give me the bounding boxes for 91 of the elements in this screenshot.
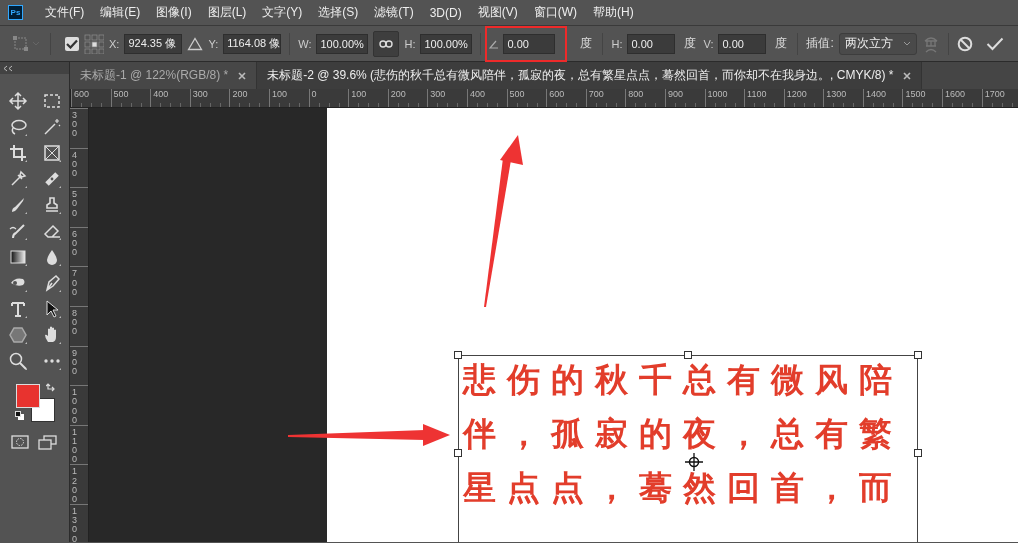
transform-handle[interactable] — [914, 449, 922, 457]
ruler-label: 700 — [72, 269, 78, 297]
ruler-label: 1400 — [865, 89, 886, 99]
commit-icon[interactable] — [985, 36, 1004, 51]
vertical-skew-field[interactable]: 0.00 — [718, 33, 767, 54]
text-layer-line: 伴，孤寂的夜，总有繁 — [463, 416, 903, 452]
transform-handle[interactable] — [454, 449, 462, 457]
width-field[interactable]: 100.00% — [316, 33, 369, 54]
ruler-label: 1100 — [72, 427, 78, 465]
color-swatches-drawing[interactable] — [16, 384, 56, 424]
text-layer-line: 悲伤的秋千总有微风陪 — [463, 362, 903, 398]
menu-item[interactable]: 帮助(H) — [585, 4, 642, 21]
ruler-label: 300 — [192, 89, 208, 99]
menu-item[interactable]: 滤镜(T) — [366, 4, 422, 21]
close-icon[interactable] — [903, 71, 912, 80]
document-tab[interactable]: 未标题-2 @ 39.6% (悲伤的秋千总有微风陪伴，孤寂的夜，总有繁星点点，蓦然回首，而你却不在我身边。, CMYK/8) * — [257, 62, 923, 89]
angle-field[interactable]: 0.00 — [503, 33, 556, 54]
ruler-label: 800 — [628, 89, 644, 99]
ruler-label: 600 — [549, 89, 565, 99]
checkbox[interactable] — [65, 36, 79, 51]
ruler-label: 600 — [74, 89, 90, 99]
quick-mask-icon[interactable] — [10, 435, 29, 449]
menu-item[interactable]: 编辑(E) — [92, 4, 149, 21]
ruler-label: 400 — [469, 89, 485, 99]
ruler-label: 1200 — [786, 89, 807, 99]
menu-item[interactable]: 选择(S) — [310, 4, 367, 21]
transform-handle[interactable] — [914, 351, 922, 359]
cancel-icon[interactable] — [956, 35, 973, 52]
app-logo[interactable]: Ps — [8, 5, 23, 20]
ruler-label: 1200 — [72, 467, 78, 505]
transform-handle[interactable] — [684, 351, 692, 359]
triangle-icon[interactable] — [187, 36, 204, 51]
ruler-label: 600 — [72, 229, 78, 258]
menu-item[interactable]: 图像(I) — [148, 4, 200, 21]
ruler-label: 500 — [509, 89, 525, 99]
ruler-label: 200 — [390, 89, 406, 99]
collapse-icon[interactable] — [3, 64, 13, 72]
h-label: H: — [611, 37, 623, 50]
menu-item[interactable]: 文件(F) — [37, 4, 93, 21]
ruler-label: 300 — [72, 111, 78, 139]
ruler-label: 1300 — [72, 506, 78, 542]
default-colors-icon[interactable] — [15, 411, 24, 420]
ruler-label: 200 — [232, 89, 248, 99]
ruler-label: 800 — [72, 308, 78, 337]
menu-item[interactable]: 图层(L) — [199, 4, 255, 21]
ruler-label: 500 — [113, 89, 129, 99]
w-label: W: — [298, 37, 312, 50]
unit-label: 度 — [775, 35, 788, 52]
caret-icon — [902, 41, 911, 46]
close-icon[interactable] — [238, 71, 247, 80]
link-button[interactable] — [373, 30, 400, 57]
ruler-label: 500 — [72, 190, 78, 218]
ruler-label: 300 — [430, 89, 446, 99]
menu-item[interactable]: 视图(V) — [469, 4, 526, 21]
menu-item[interactable]: 文字(Y) — [254, 4, 311, 21]
y-label: Y: — [208, 37, 219, 50]
y-field[interactable]: 1164.08 像 — [223, 33, 282, 54]
ruler-label: 100 — [351, 89, 367, 99]
interpolation-dropdown[interactable]: 两次立方 — [838, 32, 917, 55]
ruler-label: 1000 — [707, 89, 728, 99]
ruler-label: 0 — [311, 89, 317, 99]
unit-label: 度 — [580, 35, 593, 52]
ruler-label: 1500 — [905, 89, 926, 99]
interpolation-label: 插值: — [806, 35, 834, 52]
ruler-label: 900 — [72, 348, 78, 377]
ruler-label: 400 — [153, 89, 169, 99]
x-field[interactable]: 924.35 像 — [124, 33, 183, 54]
ruler-label: 1100 — [747, 89, 767, 99]
horizontal-skew-field[interactable]: 0.00 — [627, 33, 676, 54]
text-layer-line: 星点点，蓦然回首，而 — [463, 470, 903, 506]
h-label: H: — [404, 37, 416, 50]
link-icon — [379, 39, 394, 48]
swap-colors-icon[interactable] — [46, 383, 56, 393]
unit-label: 度 — [684, 35, 697, 52]
screen-mode-icon[interactable] — [38, 434, 59, 450]
angle-icon — [489, 38, 500, 49]
ruler-label: 1300 — [826, 89, 847, 99]
transform-handle[interactable] — [454, 351, 462, 359]
ruler-label: 900 — [667, 89, 683, 99]
x-label: X: — [109, 37, 120, 50]
menu-item[interactable]: 窗口(W) — [525, 4, 585, 21]
ruler-label: 1700 — [984, 89, 1005, 99]
ruler-label: 100 — [271, 89, 287, 99]
v-label: V: — [703, 37, 714, 50]
ruler-label: 400 — [72, 150, 78, 179]
ruler-label: 1000 — [72, 388, 78, 425]
height-field[interactable]: 100.00% — [420, 33, 473, 54]
ruler-label: 700 — [588, 89, 604, 99]
reference-point-icon[interactable] — [684, 452, 704, 472]
menu-item[interactable]: 3D(D) — [421, 5, 470, 20]
ruler-label: 1600 — [945, 89, 966, 99]
